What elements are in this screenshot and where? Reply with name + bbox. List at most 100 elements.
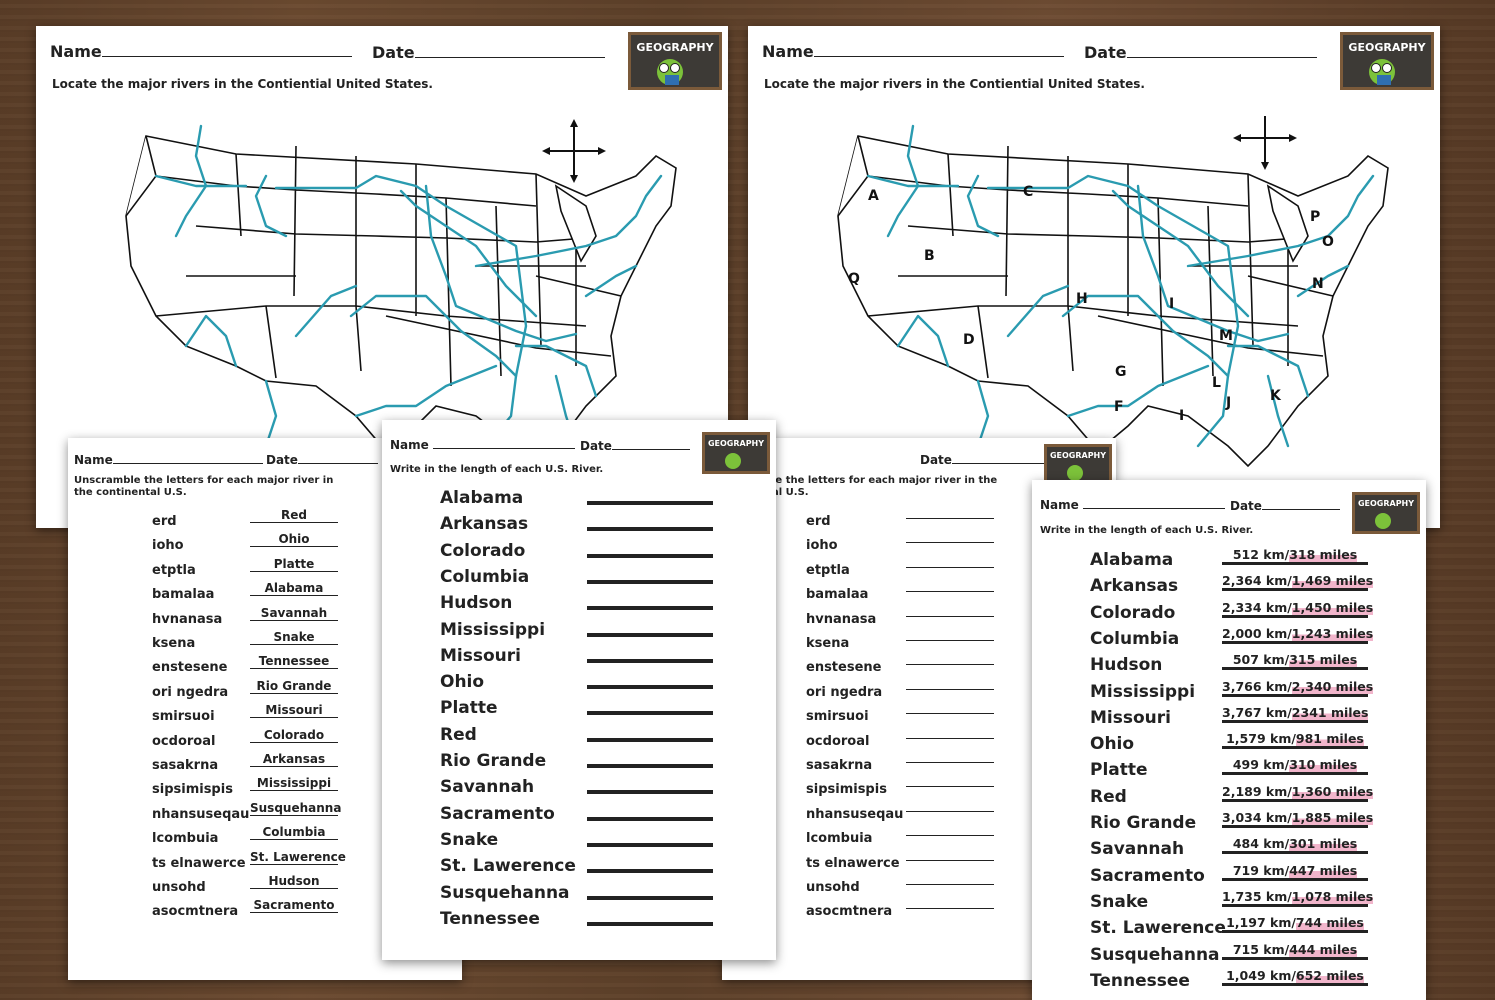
length-field[interactable] (587, 737, 713, 742)
length-field[interactable] (587, 527, 713, 532)
name-label: Name (74, 453, 113, 467)
name-field[interactable] (813, 56, 1064, 57)
length-km: 507 km/ (1232, 652, 1290, 668)
scrambled-word: etptla (152, 562, 196, 578)
length-km: 1,049 km/ (1226, 967, 1296, 983)
answer-field[interactable] (906, 835, 994, 837)
compass-icon (542, 119, 606, 183)
name-field[interactable] (432, 448, 575, 449)
answer-field[interactable]: Missouri (250, 703, 338, 719)
answer-field[interactable]: Red (250, 508, 338, 523)
answer-field[interactable] (906, 859, 994, 861)
answer-field[interactable] (906, 615, 994, 617)
answer-field[interactable]: Susquehanna (250, 801, 341, 816)
length-field[interactable] (587, 816, 713, 821)
length-field[interactable] (587, 685, 713, 690)
name-field[interactable] (101, 56, 352, 57)
answer-field[interactable] (906, 737, 994, 739)
name-field[interactable] (112, 463, 263, 464)
length-field[interactable]: 1,049 km/652 miles (1222, 967, 1368, 986)
length-field[interactable]: 3,767 km/2341 miles (1222, 704, 1369, 723)
answer-field[interactable] (906, 688, 994, 690)
answer-field[interactable]: Mississippi (250, 776, 338, 792)
river-name: Alabama (440, 488, 524, 508)
answer-field[interactable]: Hudson (250, 874, 338, 889)
date-field[interactable] (414, 57, 605, 58)
answer-field[interactable] (906, 762, 994, 763)
length-field[interactable] (587, 632, 713, 637)
answer-field[interactable] (906, 908, 994, 910)
answer-field[interactable]: Snake (250, 630, 338, 645)
length-field[interactable] (587, 790, 713, 795)
length-field[interactable]: 2,000 km/1,243 miles (1222, 625, 1374, 644)
answer-field[interactable] (906, 884, 994, 885)
name-label: Name (1040, 498, 1079, 512)
length-field[interactable]: 499 km/310 miles (1222, 757, 1368, 776)
map-letter: K (1270, 388, 1281, 404)
date-label: Date (1084, 43, 1127, 62)
answer-field[interactable] (906, 713, 994, 715)
answer-field[interactable] (906, 810, 994, 812)
length-field[interactable]: 2,364 km/1,469 miles (1222, 573, 1374, 592)
length-field[interactable]: 1,735 km/1,078 miles (1222, 888, 1374, 907)
answer-field[interactable]: Columbia (250, 825, 338, 841)
answer-field[interactable]: Arkansas (250, 752, 338, 767)
river-name: Savannah (1090, 839, 1185, 860)
length-field[interactable] (587, 764, 713, 768)
answer-field[interactable] (906, 664, 994, 666)
length-field[interactable] (587, 711, 713, 716)
length-field[interactable]: 484 km/301 miles (1222, 836, 1368, 855)
answer-field[interactable]: Tennessee (250, 654, 338, 670)
length-field[interactable]: 507 km/315 miles (1222, 652, 1368, 671)
answer-field[interactable]: Alabama (250, 581, 338, 597)
scrambled-word: ksena (152, 636, 196, 651)
length-miles: 1,078 miles (1291, 888, 1374, 904)
length-field[interactable]: 1,579 km/981 miles (1222, 731, 1368, 750)
length-field[interactable]: 719 km/447 miles (1222, 862, 1368, 881)
answer-field[interactable]: Savannah (250, 606, 338, 621)
answer-field[interactable] (906, 542, 994, 544)
book-icon (1377, 75, 1391, 85)
length-field[interactable] (587, 921, 713, 926)
length-km: 499 km/ (1232, 757, 1290, 773)
length-field[interactable]: 715 km/444 miles (1222, 941, 1368, 960)
date-field[interactable] (611, 449, 690, 450)
answer-field[interactable] (906, 566, 994, 568)
river-name: Tennessee (1090, 970, 1190, 991)
length-field[interactable] (587, 869, 713, 874)
length-field[interactable] (587, 606, 713, 611)
river-name: Alabama (1090, 550, 1174, 570)
answer-field[interactable]: Rio Grande (250, 679, 338, 694)
answer-field[interactable] (906, 786, 994, 788)
length-field[interactable]: 3,766 km/2,340 miles (1222, 678, 1374, 697)
scrambled-word: bamalaa (152, 587, 215, 603)
length-field[interactable] (587, 842, 713, 847)
answer-field[interactable] (906, 518, 994, 519)
length-km: 3,766 km/ (1222, 678, 1292, 694)
length-field[interactable]: 3,034 km/1,885 miles (1222, 810, 1374, 828)
scrambled-word: lcombuia (152, 831, 219, 847)
river-name: Rio Grande (440, 751, 547, 771)
answer-field[interactable]: Sacramento (250, 898, 338, 914)
answer-field[interactable] (906, 640, 994, 641)
answer-field[interactable] (906, 591, 994, 593)
length-field[interactable] (587, 895, 713, 900)
answer-field[interactable]: Ohio (250, 532, 338, 548)
answer-field[interactable]: Platte (250, 557, 338, 572)
date-field[interactable] (1126, 57, 1317, 58)
answer-field[interactable]: St. Lawerence (250, 850, 346, 865)
date-field[interactable] (1261, 509, 1340, 510)
river-name: Mississippi (1090, 681, 1196, 702)
answer-field[interactable]: Colorado (250, 728, 338, 743)
length-field[interactable] (587, 501, 713, 505)
length-field[interactable] (587, 579, 713, 584)
length-field[interactable]: 512 km/318 miles (1222, 547, 1368, 565)
length-field[interactable]: 1,197 km/744 miles (1222, 915, 1368, 934)
length-field[interactable]: 2,189 km/1,360 miles (1222, 783, 1374, 802)
length-field[interactable] (587, 553, 713, 558)
length-field[interactable] (587, 658, 713, 663)
length-field[interactable]: 2,334 km/1,450 miles (1222, 599, 1374, 618)
name-field[interactable] (1082, 508, 1225, 509)
geography-badge: GEOGRAPHY (702, 432, 770, 474)
date-field[interactable] (297, 463, 378, 464)
